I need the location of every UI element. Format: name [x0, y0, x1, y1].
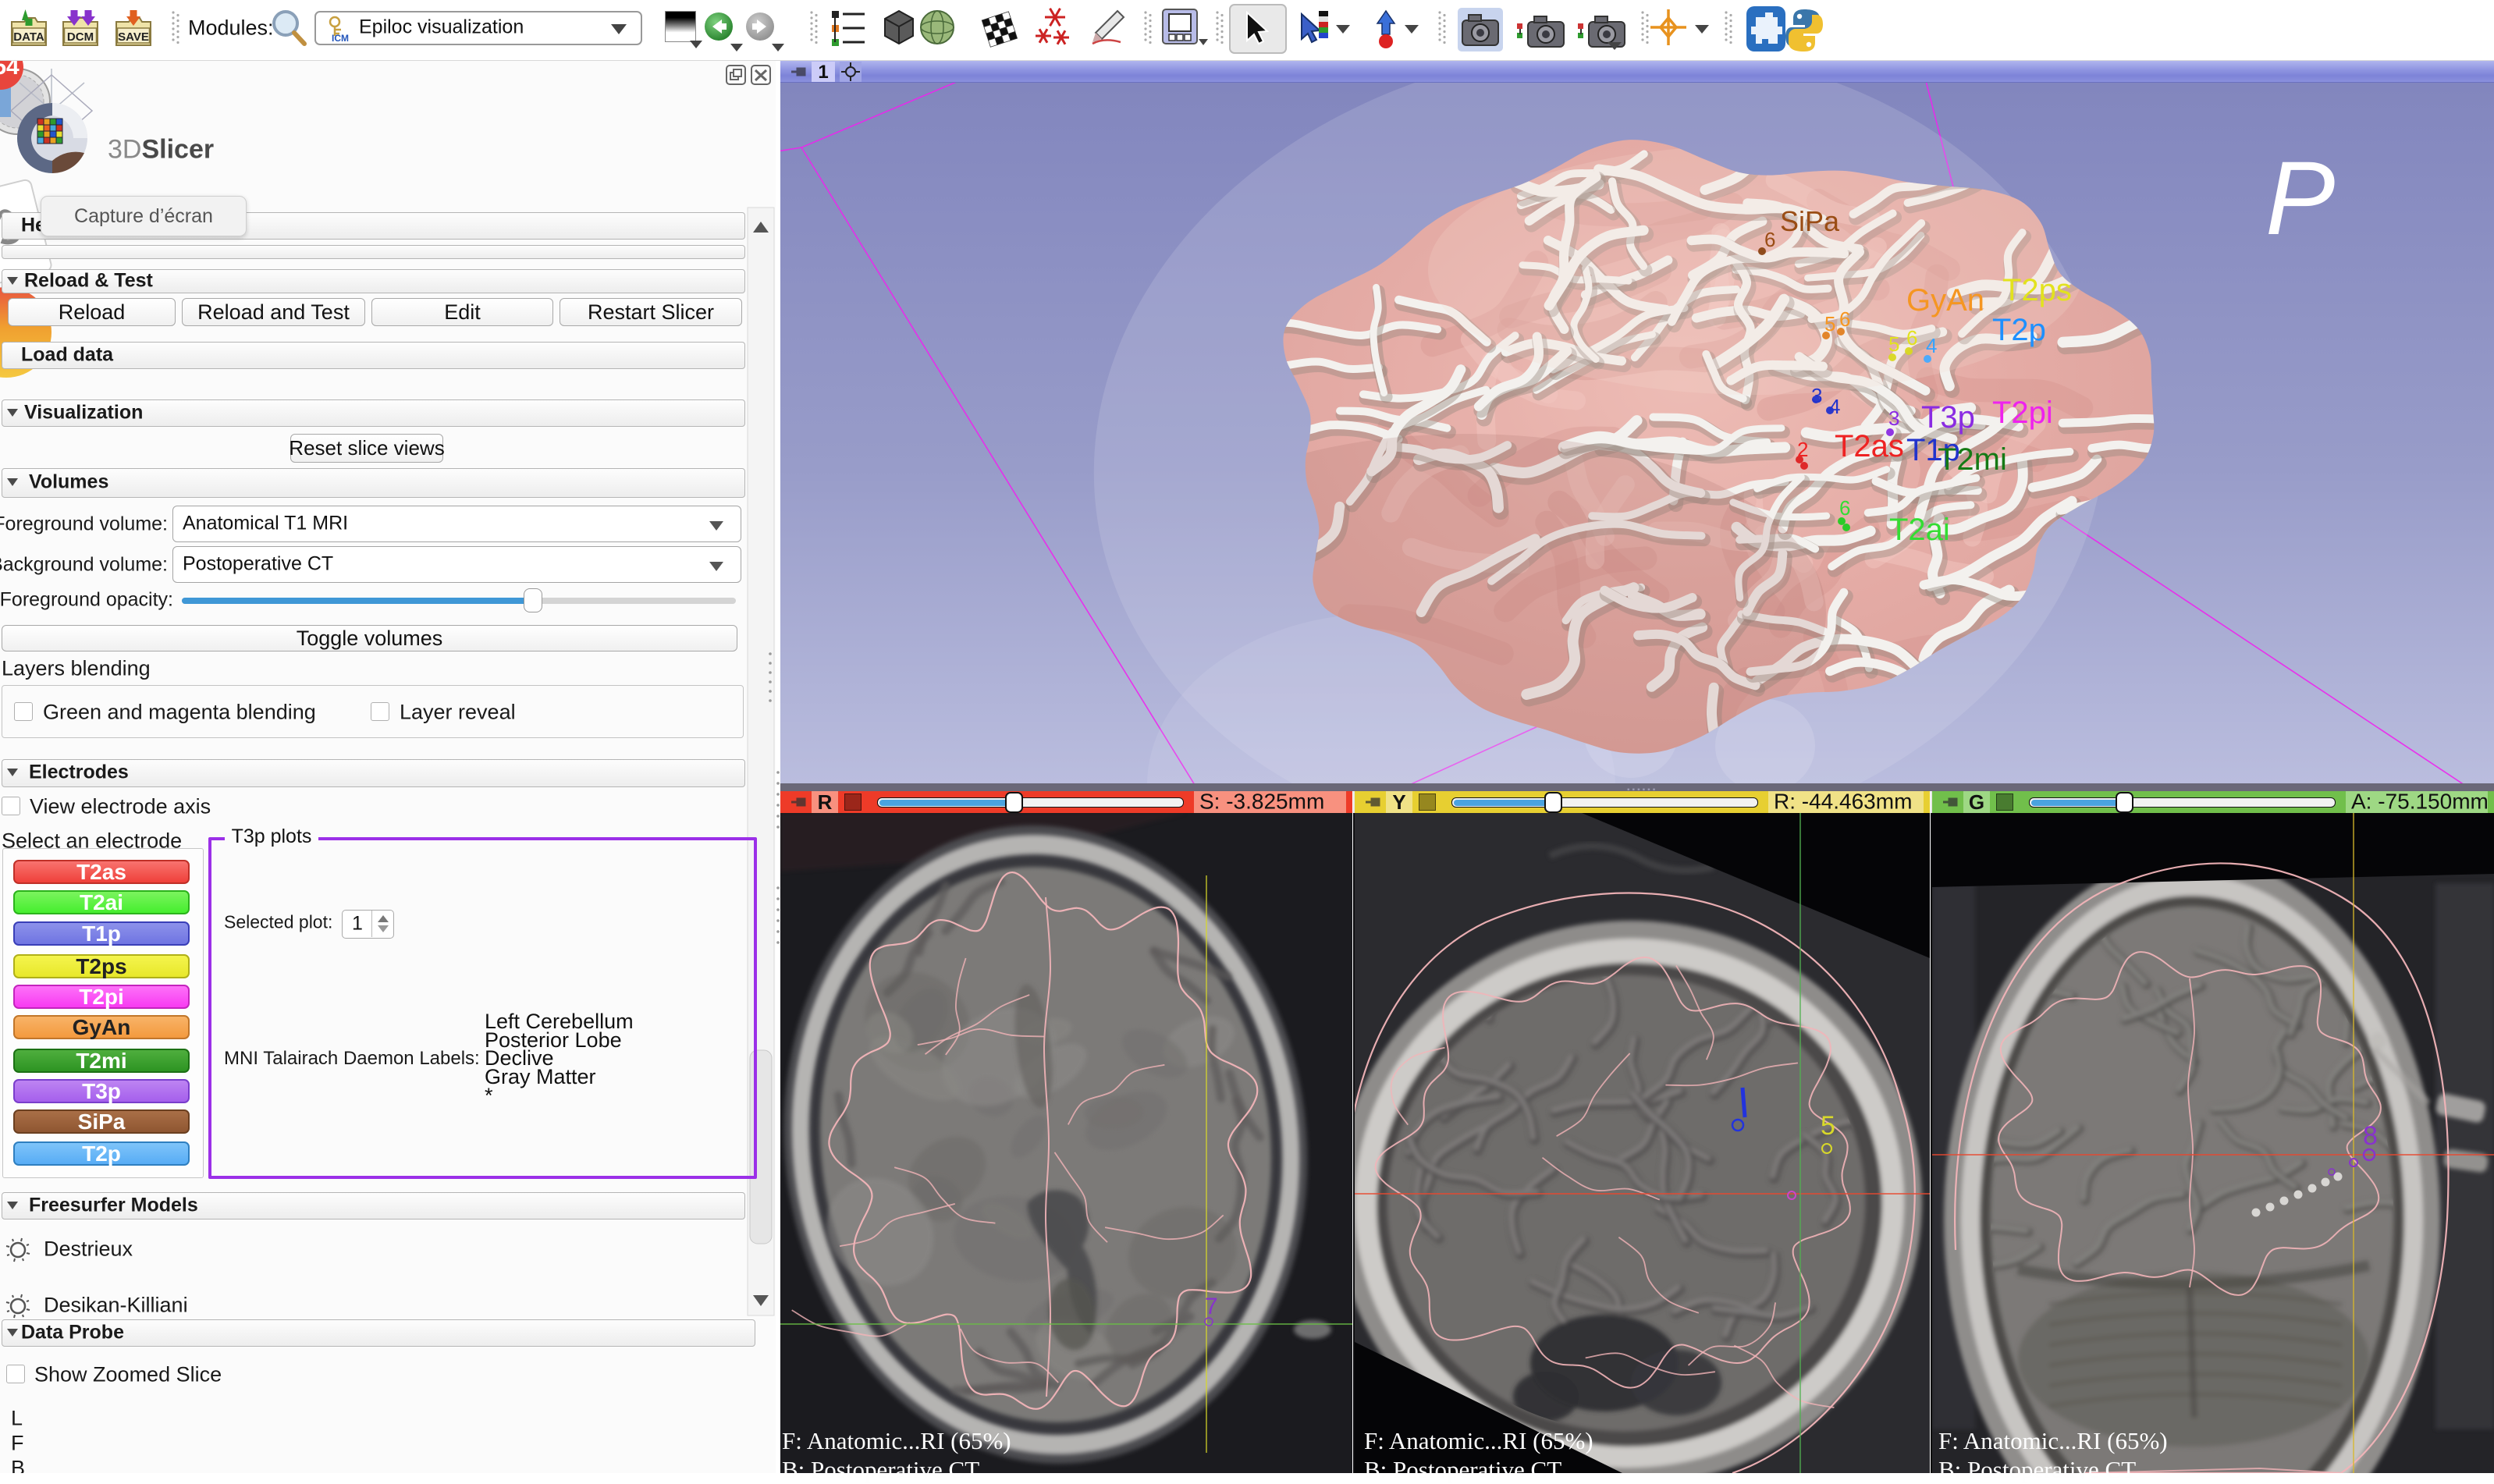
svg-text:SiPa: SiPa [1780, 205, 1840, 237]
svg-text:1: 1 [818, 62, 828, 83]
svg-text:T2as: T2as [1835, 429, 1904, 463]
svg-text:T3p: T3p [1921, 400, 1975, 435]
svg-text:T2ai: T2ai [1889, 513, 1950, 547]
svg-text:4: 4 [1829, 395, 1840, 418]
svg-text:DATA: DATA [13, 30, 44, 44]
svg-text:3: 3 [1888, 407, 1899, 430]
svg-text:5: 5 [1821, 1111, 1835, 1141]
svg-text:4: 4 [1926, 334, 1937, 357]
svg-text:T2pi: T2pi [1992, 396, 2053, 430]
svg-text:3: 3 [1811, 384, 1822, 407]
svg-text:5: 5 [1888, 332, 1899, 356]
svg-text:SAVE: SAVE [118, 30, 149, 44]
svg-text:ICM: ICM [332, 33, 349, 44]
svg-text:8: 8 [2363, 1121, 2378, 1151]
svg-text:6: 6 [1839, 307, 1850, 331]
svg-text:GyAn: GyAn [1906, 283, 1984, 318]
svg-text:6: 6 [1906, 326, 1917, 350]
svg-text:T2p: T2p [1992, 313, 2046, 347]
svg-text:2: 2 [1797, 438, 1808, 461]
svg-text:T2mi: T2mi [1938, 442, 2007, 477]
svg-text:T2ps: T2ps [2002, 273, 2072, 307]
svg-text:7: 7 [1205, 1294, 1218, 1319]
svg-text:5: 5 [1824, 312, 1835, 335]
svg-text:DCM: DCM [67, 30, 94, 44]
svg-text:6: 6 [1839, 496, 1850, 520]
svg-text:P: P [2265, 140, 2335, 257]
svg-text:6: 6 [1764, 228, 1775, 251]
